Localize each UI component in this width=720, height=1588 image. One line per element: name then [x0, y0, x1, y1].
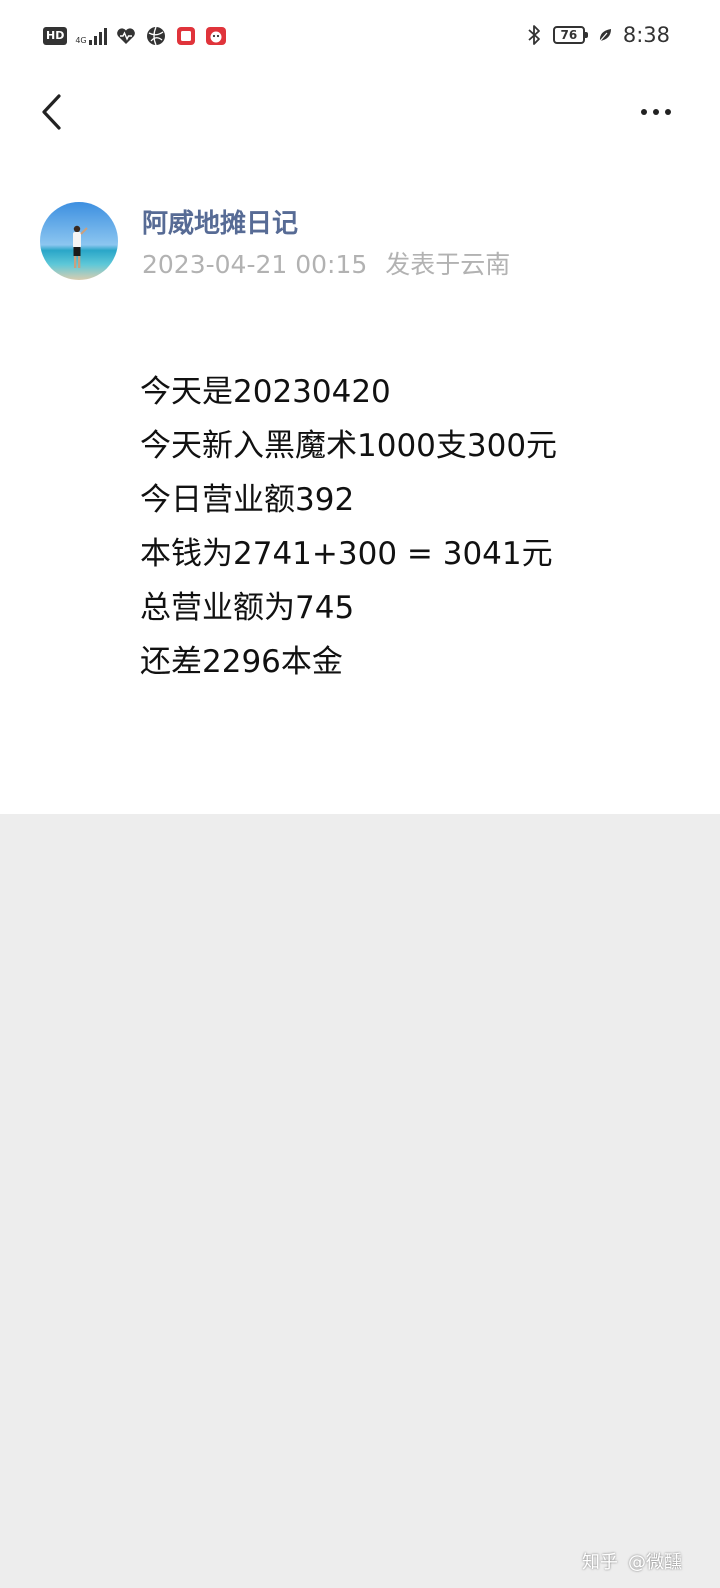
heart-icon: [115, 25, 137, 47]
back-button[interactable]: [30, 88, 74, 136]
post-location: 发表于云南: [385, 250, 511, 279]
signal-icon: 4G: [75, 27, 107, 45]
bluetooth-icon: [523, 24, 545, 46]
post-content: 今天是20230420 今天新入黑魔术1000支300元 今日营业额392 本钱…: [140, 365, 700, 689]
post-line: 今日营业额392: [140, 482, 355, 518]
app-icon: [205, 25, 227, 47]
post-line: 本钱为2741+300 = 3041元: [140, 536, 553, 572]
post-line: 今天是20230420: [140, 374, 391, 410]
post-meta: 2023-04-21 00:15 发表于云南: [142, 248, 510, 282]
battery-icon: 76: [552, 26, 588, 44]
status-bar-right: 76 8:38: [523, 22, 670, 48]
notification-icon: [175, 25, 197, 47]
watermark-platform: 知乎: [582, 1552, 618, 1573]
clock: 8:38: [622, 23, 670, 47]
globe-icon: [145, 25, 167, 47]
hd-badge: HD: [43, 27, 68, 45]
post-timestamp: 2023-04-21 00:15: [142, 250, 368, 279]
author-name[interactable]: 阿威地摊日记: [142, 206, 298, 242]
post-line: 还差2296本金: [140, 644, 343, 680]
post-line: 今天新入黑魔术1000支300元: [140, 428, 558, 464]
status-bar: HD 4G 76 8:38: [0, 0, 720, 70]
post-line: 总营业额为745: [140, 590, 355, 626]
avatar[interactable]: [40, 202, 118, 280]
more-button[interactable]: [630, 92, 682, 132]
watermark-handle: @微醺: [628, 1552, 682, 1573]
chevron-left-icon: [42, 94, 61, 130]
more-dots-icon: [641, 109, 647, 115]
empty-background: [0, 814, 720, 1588]
leaf-icon: [597, 24, 613, 46]
network-type: 4G: [75, 36, 87, 45]
status-bar-left: HD 4G: [43, 24, 227, 48]
watermark: 知乎 @微醺: [582, 1548, 682, 1574]
